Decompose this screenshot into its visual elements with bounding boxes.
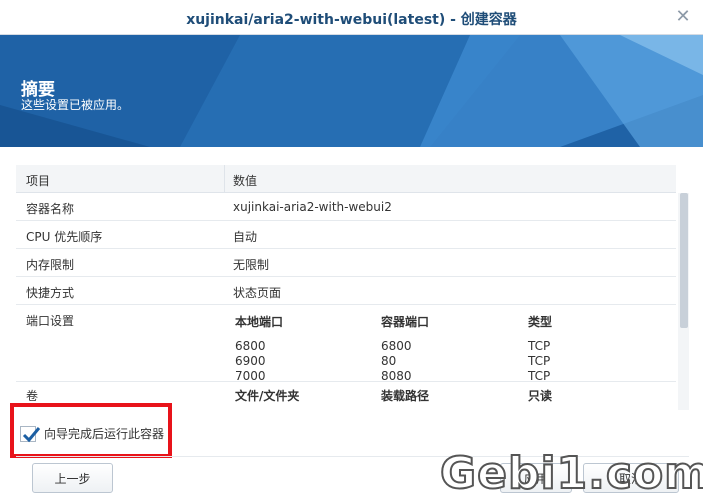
window-title: xujinkai/aria2-with-webui(latest) - 创建容器	[186, 12, 517, 28]
column-header-value: 数值	[233, 174, 258, 188]
type-value: TCP	[528, 354, 551, 368]
banner-background	[0, 35, 703, 147]
container-port-value: 6800	[381, 339, 412, 353]
local-port-value: 6900	[235, 354, 266, 368]
row-label: CPU 优先顺序	[26, 230, 103, 244]
row-label: 快捷方式	[26, 286, 75, 300]
row-value: xujinkai-aria2-with-webui2	[233, 200, 392, 214]
column-divider	[224, 165, 225, 193]
volume-mount-header: 装载路径	[381, 389, 430, 403]
local-port-column: 本地端口 6800 6900 7000	[235, 313, 375, 384]
header-banner: 摘要 这些设置已被应用。	[0, 35, 703, 147]
title-bar: xujinkai/aria2-with-webui(latest) - 创建容器…	[0, 0, 703, 35]
type-value: TCP	[528, 339, 551, 353]
row-label: 卷	[26, 389, 39, 403]
row-value: 自动	[233, 230, 258, 244]
table-row: CPU 优先顺序 自动	[16, 221, 676, 249]
volume-readonly-header: 只读	[528, 389, 553, 403]
close-icon[interactable]: ✕	[673, 7, 693, 27]
local-port-header: 本地端口	[235, 315, 284, 329]
summary-table: 项目 数值 容器名称 xujinkai-aria2-with-webui2 CP…	[16, 165, 689, 410]
scrollbar-thumb[interactable]	[680, 193, 688, 328]
local-port-value: 6800	[235, 339, 266, 353]
type-header: 类型	[528, 315, 553, 329]
container-port-value: 80	[381, 354, 397, 368]
table-row: 容器名称 xujinkai-aria2-with-webui2	[16, 193, 676, 221]
column-header-item: 项目	[26, 174, 51, 188]
previous-button[interactable]: 上一步	[32, 463, 113, 493]
container-port-column: 容器端口 6800 80 8080	[381, 313, 521, 384]
row-value: 状态页面	[233, 286, 282, 300]
container-port-header: 容器端口	[381, 315, 430, 329]
table-row: 快捷方式 状态页面	[16, 277, 676, 305]
highlight-box	[10, 403, 172, 458]
watermark: Gebi1.com	[439, 447, 703, 499]
table-row: 内存限制 无限制	[16, 249, 676, 277]
row-label: 端口设置	[26, 314, 75, 328]
table-header: 项目 数值	[16, 165, 676, 193]
volume-file-header: 文件/文件夹	[235, 389, 300, 403]
type-column: 类型 TCP TCP TCP	[528, 313, 668, 384]
row-label: 容器名称	[26, 202, 75, 216]
row-label: 内存限制	[26, 258, 75, 272]
page-subtitle: 这些设置已被应用。	[21, 98, 130, 112]
row-value: 无限制	[233, 258, 270, 272]
table-row-ports: 端口设置 本地端口 6800 6900 7000 容器端口 6800 80 80…	[16, 305, 676, 384]
